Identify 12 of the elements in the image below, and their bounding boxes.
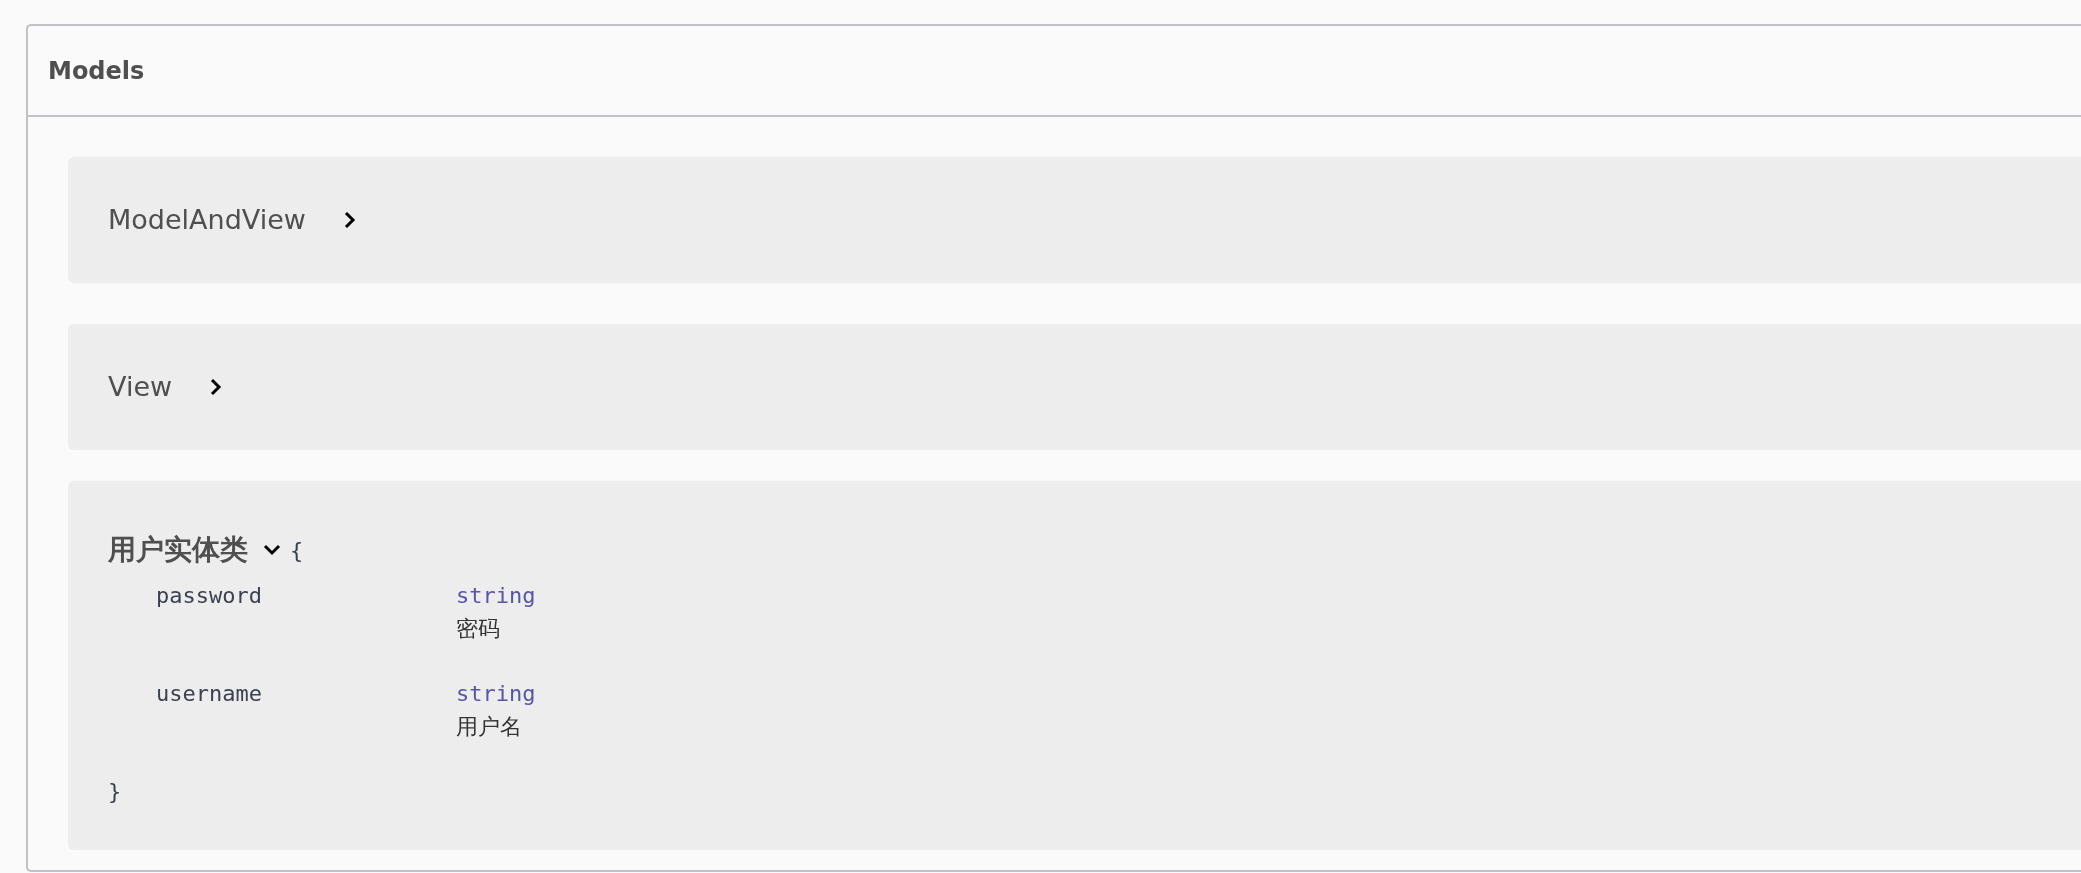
property-name: username <box>156 680 263 708</box>
brace: { <box>290 536 304 565</box>
model-name[interactable]: View <box>108 366 173 408</box>
property-name: password <box>156 582 263 610</box>
section-title: Models <box>48 55 145 87</box>
property-description: 用户名 <box>456 713 522 741</box>
property-type: string <box>456 680 536 708</box>
model-name[interactable]: 用户实体类 <box>108 529 248 571</box>
property-description: 密码 <box>456 615 500 643</box>
brace: } <box>108 778 122 806</box>
model-name[interactable]: ModelAndView <box>108 199 306 241</box>
property-type: string <box>456 582 536 610</box>
